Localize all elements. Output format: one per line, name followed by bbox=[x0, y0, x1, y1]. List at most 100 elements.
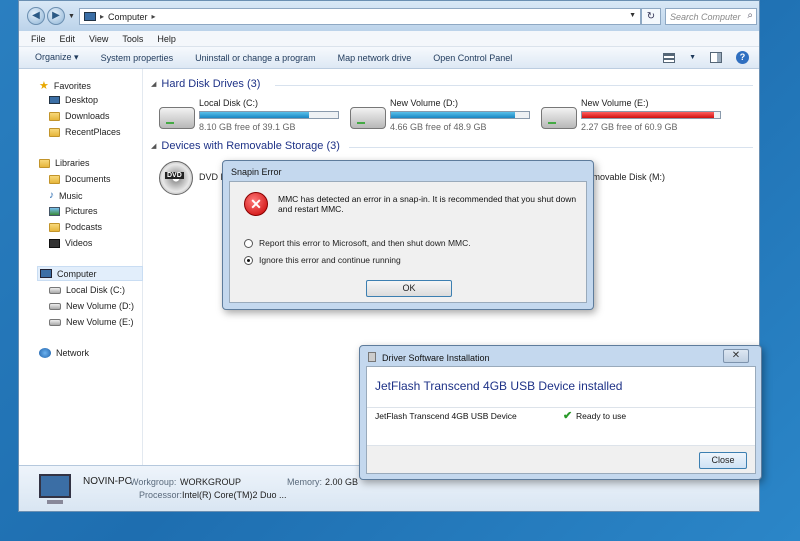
videos-icon bbox=[49, 238, 60, 248]
recent-pages-dropdown[interactable]: ▼ bbox=[68, 13, 75, 20]
collapse-arrow-icon: ◢ bbox=[151, 143, 157, 150]
sidebar-item-favorites[interactable]: ★ Favorites bbox=[39, 79, 91, 92]
sidebar-item-computer[interactable]: Computer bbox=[37, 266, 143, 281]
sidebar-item-music[interactable]: ♪ Music bbox=[49, 190, 83, 201]
command-bar: Organize ▾ System properties Uninstall o… bbox=[19, 47, 759, 69]
sidebar-item-label: Music bbox=[59, 190, 83, 201]
close-icon[interactable]: ✕ bbox=[723, 349, 749, 363]
checkmark-icon: ✔ bbox=[563, 410, 573, 422]
address-dropdown-icon[interactable]: ▼ bbox=[629, 12, 636, 19]
option-ignore-error[interactable]: Ignore this error and continue running bbox=[244, 255, 401, 265]
map-network-drive-button[interactable]: Map network drive bbox=[338, 53, 412, 63]
sidebar-item-label: Videos bbox=[65, 238, 93, 248]
sidebar-item-local-disk-c[interactable]: Local Disk (C:) bbox=[49, 285, 125, 295]
sidebar-item-label: New Volume (D:) bbox=[66, 301, 135, 311]
uninstall-program-button[interactable]: Uninstall or change a program bbox=[195, 53, 316, 63]
sidebar-item-new-volume-e[interactable]: New Volume (E:) bbox=[49, 317, 134, 327]
menu-file[interactable]: File bbox=[31, 34, 46, 44]
search-input[interactable]: Search Computer ⌕ bbox=[665, 8, 757, 25]
address-bar[interactable]: ▸ Computer ▸ ▼ bbox=[79, 8, 641, 25]
dvd-drive-icon[interactable]: DVD bbox=[159, 161, 193, 195]
radio-report-error[interactable] bbox=[244, 238, 253, 248]
usb-device-icon bbox=[368, 352, 376, 362]
hard-drive-icon[interactable] bbox=[541, 107, 577, 129]
help-icon[interactable]: ? bbox=[736, 51, 749, 64]
desktop-icon bbox=[49, 96, 60, 104]
dialog-title: Driver Software Installation bbox=[382, 353, 490, 363]
search-placeholder: Search Computer bbox=[670, 12, 741, 22]
drive-free-space: 2.27 GB free of 60.9 GB bbox=[581, 122, 678, 132]
sidebar-item-desktop[interactable]: Desktop bbox=[49, 95, 98, 105]
group-title: Devices with Removable Storage (3) bbox=[161, 140, 340, 152]
drive-name[interactable]: Local Disk (C:) bbox=[199, 98, 258, 108]
sidebar-item-label: Libraries bbox=[55, 158, 90, 168]
group-header-removable[interactable]: ◢ Devices with Removable Storage (3) bbox=[151, 140, 340, 152]
forward-button[interactable]: ▶ bbox=[47, 7, 65, 25]
drive-free-space: 4.66 GB free of 48.9 GB bbox=[390, 122, 487, 132]
organize-button[interactable]: Organize ▾ bbox=[35, 52, 79, 63]
sidebar-item-label: Podcasts bbox=[65, 222, 103, 232]
sidebar-item-network[interactable]: Network bbox=[39, 348, 89, 358]
open-control-panel-button[interactable]: Open Control Panel bbox=[433, 53, 512, 63]
sidebar-item-label: RecentPlaces bbox=[65, 127, 121, 137]
sidebar-item-recentplaces[interactable]: RecentPlaces bbox=[49, 127, 121, 137]
close-button[interactable]: Close bbox=[699, 452, 747, 469]
computer-icon bbox=[84, 12, 96, 21]
menu-tools[interactable]: Tools bbox=[122, 34, 143, 44]
drive-usage-bar bbox=[199, 111, 339, 119]
view-dropdown-icon[interactable]: ▼ bbox=[689, 54, 696, 61]
group-title: Hard Disk Drives (3) bbox=[161, 78, 261, 90]
sidebar-item-libraries[interactable]: Libraries bbox=[39, 158, 90, 168]
system-properties-button[interactable]: System properties bbox=[101, 53, 174, 63]
collapse-arrow-icon: ◢ bbox=[151, 81, 157, 88]
sidebar-item-documents[interactable]: Documents bbox=[49, 174, 111, 184]
hard-drive-icon[interactable] bbox=[350, 107, 386, 129]
change-view-icon[interactable] bbox=[663, 52, 676, 63]
workgroup-value: WORKGROUP bbox=[180, 477, 242, 487]
preview-pane-icon[interactable] bbox=[710, 52, 722, 63]
dialog-body: JetFlash Transcend 4GB USB Device instal… bbox=[366, 366, 756, 474]
sidebar-item-downloads[interactable]: Downloads bbox=[49, 111, 110, 121]
processor-label: Processor: bbox=[139, 490, 183, 500]
pictures-icon bbox=[49, 206, 60, 216]
chevron-right-icon: ▸ bbox=[100, 12, 105, 21]
drive-usage-fill bbox=[391, 112, 516, 118]
sidebar-item-pictures[interactable]: Pictures bbox=[49, 206, 98, 216]
organize-label: Organize bbox=[35, 52, 72, 62]
error-icon: ✕ bbox=[244, 192, 268, 216]
menu-help[interactable]: Help bbox=[157, 34, 176, 44]
memory-label: Memory: bbox=[287, 477, 323, 487]
breadcrumb-computer[interactable]: Computer bbox=[108, 12, 148, 22]
sidebar-item-new-volume-d[interactable]: New Volume (D:) bbox=[49, 301, 134, 311]
divider bbox=[367, 407, 755, 408]
dvd-logo-label: DVD bbox=[165, 172, 184, 179]
option-report-error[interactable]: Report this error to Microsoft, and then… bbox=[244, 238, 471, 248]
refresh-button[interactable]: ↻ bbox=[641, 8, 661, 25]
menu-edit[interactable]: Edit bbox=[60, 34, 76, 44]
libraries-icon bbox=[39, 158, 50, 168]
menu-view[interactable]: View bbox=[89, 34, 108, 44]
hard-drive-icon[interactable] bbox=[159, 107, 195, 129]
sidebar-item-podcasts[interactable]: Podcasts bbox=[49, 222, 102, 232]
radio-ignore-error[interactable] bbox=[244, 255, 253, 265]
drive-name[interactable]: New Volume (E:) bbox=[581, 98, 649, 108]
drive-name[interactable]: New Volume (D:) bbox=[390, 98, 458, 108]
group-divider bbox=[275, 85, 753, 86]
workgroup-label: Workgroup: bbox=[130, 477, 177, 487]
sidebar-item-videos[interactable]: Videos bbox=[49, 238, 92, 248]
chevron-right-icon[interactable]: ▸ bbox=[152, 12, 156, 21]
sidebar-item-label: Favorites bbox=[53, 80, 91, 91]
sidebar-item-label: Downloads bbox=[65, 111, 110, 121]
recent-places-icon bbox=[49, 127, 60, 137]
menu-bar: File Edit View Tools Help bbox=[19, 31, 759, 47]
documents-icon bbox=[49, 174, 60, 184]
back-button[interactable]: ◀ bbox=[27, 7, 45, 25]
sidebar-item-label: Network bbox=[56, 348, 90, 358]
search-icon[interactable]: ⌕ bbox=[747, 10, 753, 21]
group-header-hard-disks[interactable]: ◢ Hard Disk Drives (3) bbox=[151, 78, 260, 90]
music-icon: ♪ bbox=[49, 190, 54, 201]
install-heading: JetFlash Transcend 4GB USB Device instal… bbox=[375, 379, 623, 393]
ok-button[interactable]: OK bbox=[366, 280, 452, 297]
sidebar-item-label: Computer bbox=[57, 268, 97, 279]
hard-drive-icon bbox=[49, 302, 61, 310]
